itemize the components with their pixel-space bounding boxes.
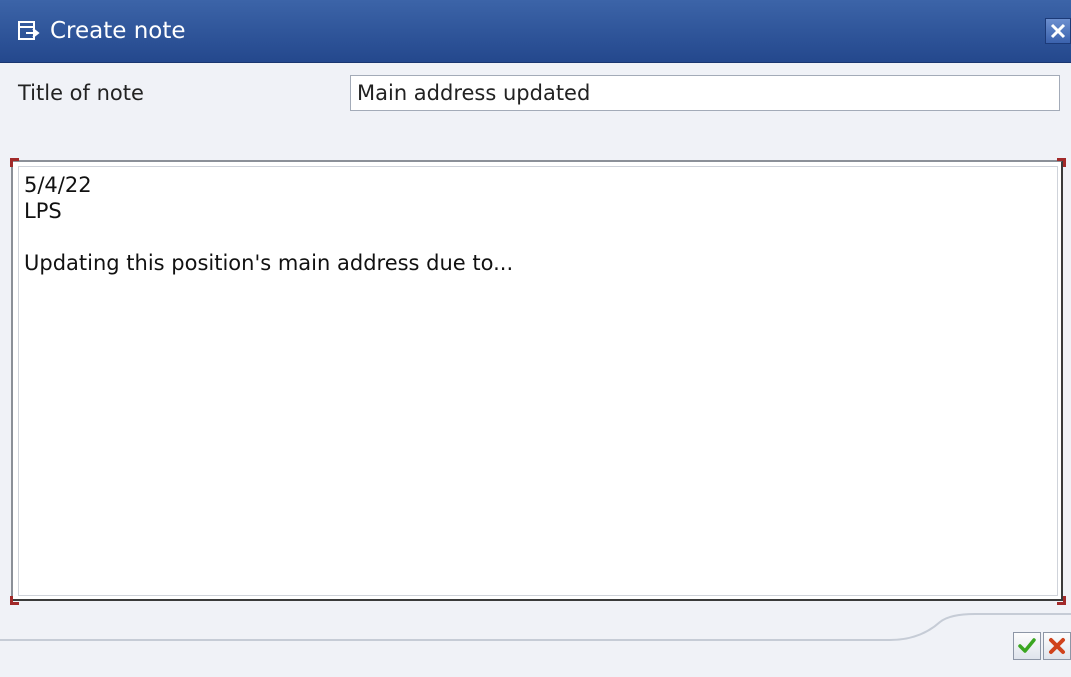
create-note-dialog: Create note Title of note 5/4/22LPS Upda…: [0, 0, 1071, 677]
close-button[interactable]: [1045, 18, 1071, 44]
note-edit-icon: [18, 21, 40, 41]
title-of-note-label: Title of note: [18, 81, 144, 105]
dialog-titlebar: Create note: [0, 0, 1071, 63]
note-line: [24, 224, 513, 250]
note-line: 5/4/22: [24, 173, 92, 197]
cancel-button[interactable]: [1043, 632, 1071, 660]
checkmark-icon: [1018, 638, 1036, 653]
confirm-button[interactable]: [1013, 632, 1041, 660]
note-line: Updating this position's main address du…: [24, 251, 514, 275]
close-icon: [1050, 23, 1066, 39]
dialog-title: Create note: [50, 18, 186, 44]
frame-corner-marker: [1057, 158, 1066, 167]
note-line: LPS: [24, 199, 62, 223]
note-text-content: 5/4/22 LPS Updating this position's main …: [24, 172, 513, 276]
title-of-note-input[interactable]: [350, 75, 1060, 111]
frame-corner-marker: [10, 158, 19, 167]
footer-separator: [0, 613, 1071, 641]
cancel-icon: [1049, 638, 1065, 654]
